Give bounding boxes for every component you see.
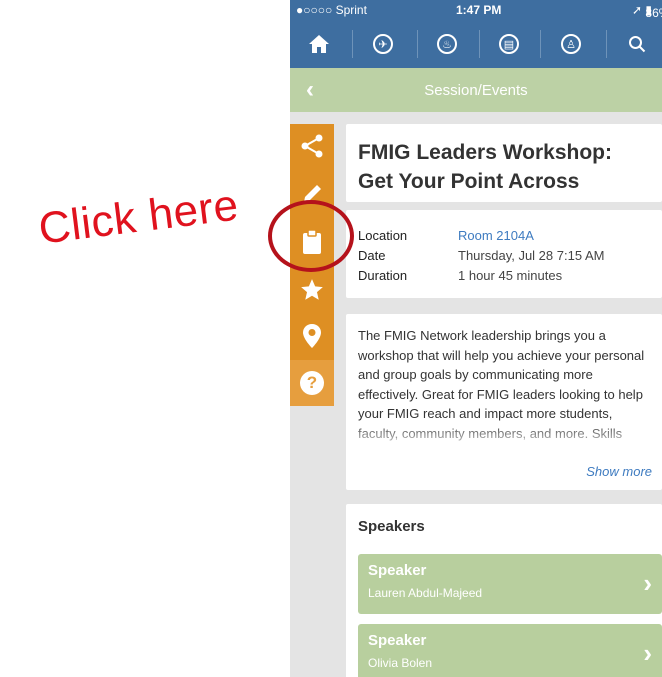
session-info-card: Location Room 2104A Date Thursday, Jul 2…: [346, 210, 662, 298]
session-title-card: FMIG Leaders Workshop: Get Your Point Ac…: [346, 124, 662, 202]
cupcake-icon[interactable]: ♨: [432, 20, 462, 68]
speaker-item[interactable]: Speaker Lauren Abdul-Majeed ›: [358, 554, 662, 614]
session-title: FMIG Leaders Workshop: Get Your Point Ac…: [358, 141, 612, 193]
star-icon[interactable]: [290, 268, 334, 312]
speaker-label: Speaker: [368, 632, 427, 649]
speaker-name: Lauren Abdul-Majeed: [368, 586, 483, 600]
clock: 1:47 PM: [456, 3, 502, 17]
bus-icon[interactable]: ▤: [494, 20, 524, 68]
map-pin-icon[interactable]: [290, 314, 334, 358]
pencil-icon[interactable]: [290, 172, 334, 216]
pin-icon[interactable]: ✈: [368, 20, 398, 68]
nav-title: Session/Events: [424, 82, 528, 99]
clipboard-icon[interactable]: [290, 220, 334, 264]
nav-bar: ‹ Session/Events: [290, 68, 662, 112]
date-value: Thursday, Jul 28 7:15 AM: [458, 248, 605, 263]
help-icon: ?: [300, 371, 324, 395]
top-toolbar: ✈ ♨ ▤ ♙: [290, 20, 662, 68]
speaker-name: Olivia Bolen: [368, 656, 433, 670]
description-fade: [346, 422, 662, 452]
duration-label: Duration: [358, 268, 408, 283]
description-card: The FMIG Network leadership brings you a…: [346, 314, 662, 490]
location-value[interactable]: Room 2104A: [458, 228, 534, 243]
speakers-card: Speakers Speaker Lauren Abdul-Majeed › S…: [346, 504, 662, 677]
help-button[interactable]: ?: [290, 360, 334, 406]
status-bar: ●○○○○ Sprint 1:47 PM ➚ 86% ▮: [290, 0, 662, 20]
click-here-annotation: Click here: [36, 180, 242, 254]
battery-label: ➚ 86% ▮: [632, 3, 662, 20]
chevron-right-icon: ›: [643, 568, 652, 598]
content-area: ? FMIG Leaders Workshop: Get Your Point …: [290, 112, 662, 677]
date-label: Date: [358, 248, 386, 263]
home-icon[interactable]: [304, 20, 334, 68]
phone-screen: ●○○○○ Sprint 1:47 PM ➚ 86% ▮ ✈ ♨ ▤ ♙ ‹ S…: [290, 0, 662, 677]
location-label: Location: [358, 228, 408, 243]
action-sidebar: ?: [290, 124, 334, 406]
speaker-item[interactable]: Speaker Olivia Bolen ›: [358, 624, 662, 677]
speaker-label: Speaker: [368, 562, 427, 579]
carrier-label: ●○○○○ Sprint: [296, 3, 367, 17]
share-icon[interactable]: [290, 124, 334, 168]
chevron-right-icon: ›: [643, 638, 652, 668]
show-more-link[interactable]: Show more: [586, 464, 652, 479]
duration-value: 1 hour 45 minutes: [458, 268, 563, 283]
search-icon[interactable]: [622, 20, 652, 68]
person-icon[interactable]: ♙: [556, 20, 586, 68]
speakers-heading: Speakers: [358, 518, 425, 535]
